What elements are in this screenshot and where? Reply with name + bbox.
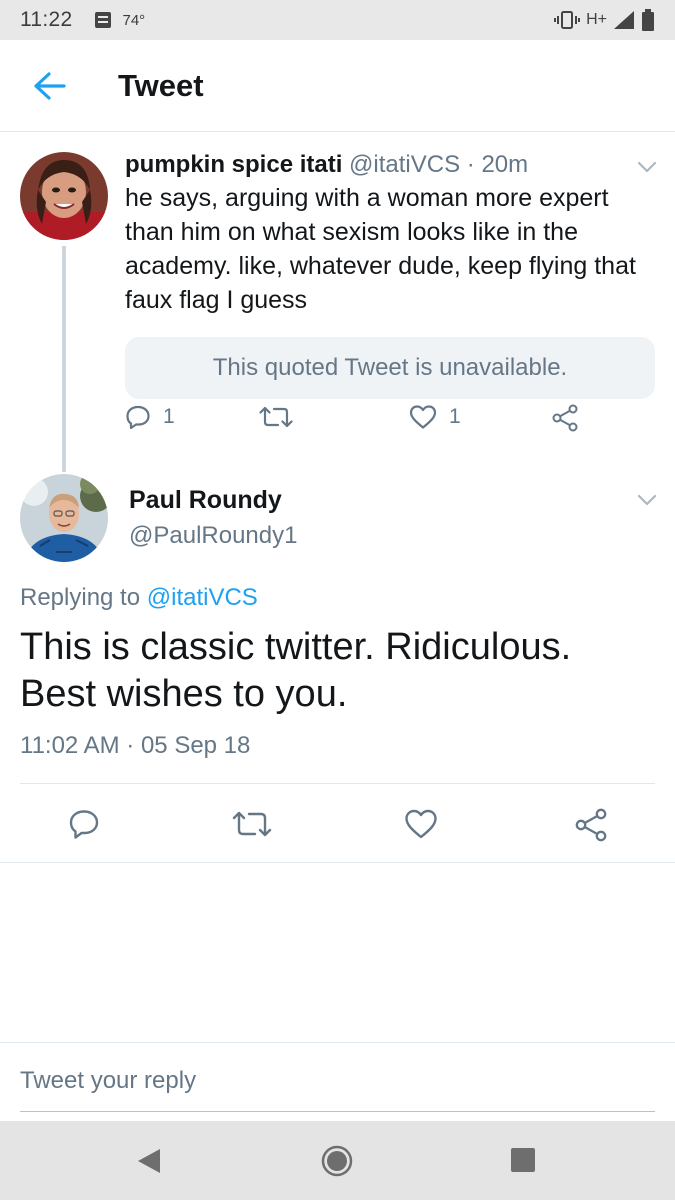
share-button[interactable] xyxy=(551,404,579,432)
reply-input-underline xyxy=(20,1111,655,1112)
status-temperature: 74° xyxy=(122,11,146,29)
quoted-tweet-card[interactable]: This quoted Tweet is unavailable. xyxy=(125,337,655,399)
chevron-down-icon[interactable] xyxy=(637,161,657,173)
avatar[interactable] xyxy=(20,152,108,240)
nav-home-icon[interactable] xyxy=(320,1144,354,1178)
quoted-unavailable-text: This quoted Tweet is unavailable. xyxy=(212,354,568,381)
retweet-icon xyxy=(232,811,272,837)
nav-recents-icon[interactable] xyxy=(510,1147,536,1173)
tweet-timestamp: 11:02 AM · 05 Sep 18 xyxy=(20,732,251,759)
separator-dot: · xyxy=(466,151,475,178)
tweet-actions xyxy=(0,786,675,862)
status-time: 11:22 xyxy=(20,8,73,31)
parent-tweet-actions: 1 1 xyxy=(125,402,595,442)
reply-icon xyxy=(69,810,99,839)
divider xyxy=(20,783,655,784)
reply-count: 1 xyxy=(163,405,175,428)
like-button[interactable]: 1 xyxy=(409,404,461,430)
reply-button[interactable] xyxy=(68,808,100,845)
parent-tweet[interactable]: pumpkin spice itati @itatiVCS · 20m he s… xyxy=(0,132,675,472)
status-right-group: H+ xyxy=(554,9,655,31)
author-handle[interactable]: @itatiVCS xyxy=(349,151,460,178)
reply-tweet-header: Paul Roundy @PaulRoundy1 xyxy=(0,472,675,582)
share-button[interactable] xyxy=(574,808,608,847)
page-title: Tweet xyxy=(118,67,204,103)
reply-compose-bar xyxy=(0,1043,675,1121)
divider xyxy=(0,862,675,863)
back-arrow-icon xyxy=(34,71,66,100)
author-name[interactable]: Paul Roundy xyxy=(129,486,282,515)
reply-input[interactable] xyxy=(20,1067,640,1095)
tweet-text: This is classic twitter. Ridiculous. Bes… xyxy=(20,626,572,715)
share-icon xyxy=(575,808,607,842)
reply-icon xyxy=(126,405,150,430)
like-icon xyxy=(409,405,437,429)
tweet-age: 20m xyxy=(481,151,529,178)
nav-back-icon[interactable] xyxy=(136,1147,162,1175)
author-handle[interactable]: @PaulRoundy1 xyxy=(129,522,297,550)
thread-line xyxy=(62,246,66,472)
reply-button[interactable]: 1 xyxy=(125,404,175,430)
app-bar: Tweet xyxy=(0,40,675,132)
replying-handle-link[interactable]: @itatiVCS xyxy=(147,584,258,611)
parent-tweet-body: pumpkin spice itati @itatiVCS · 20m he s… xyxy=(125,150,660,399)
replying-prefix: Replying to xyxy=(20,584,141,611)
network-type: H+ xyxy=(586,11,607,28)
retweet-button[interactable] xyxy=(259,404,293,430)
like-count: 1 xyxy=(449,405,461,428)
status-bar: 11:22 74° H+ xyxy=(0,0,675,40)
retweet-icon xyxy=(259,406,293,428)
vibrate-icon xyxy=(554,11,581,29)
tweet-text: he says, arguing with a woman more exper… xyxy=(125,184,636,314)
like-button[interactable] xyxy=(404,808,438,845)
author-name[interactable]: pumpkin spice itati xyxy=(125,151,342,178)
parent-tweet-header: pumpkin spice itati @itatiVCS · 20m xyxy=(125,150,660,180)
retweet-button[interactable] xyxy=(232,808,272,845)
share-icon xyxy=(552,404,578,432)
system-nav-bar xyxy=(0,1121,675,1200)
notification-icon xyxy=(94,12,111,28)
replying-to: Replying to @itatiVCS xyxy=(20,584,258,612)
like-icon xyxy=(405,809,437,839)
battery-icon xyxy=(642,9,654,31)
signal-icon xyxy=(614,11,634,29)
avatar[interactable] xyxy=(20,474,108,562)
chevron-down-icon[interactable] xyxy=(637,494,657,506)
back-button[interactable] xyxy=(20,56,80,116)
